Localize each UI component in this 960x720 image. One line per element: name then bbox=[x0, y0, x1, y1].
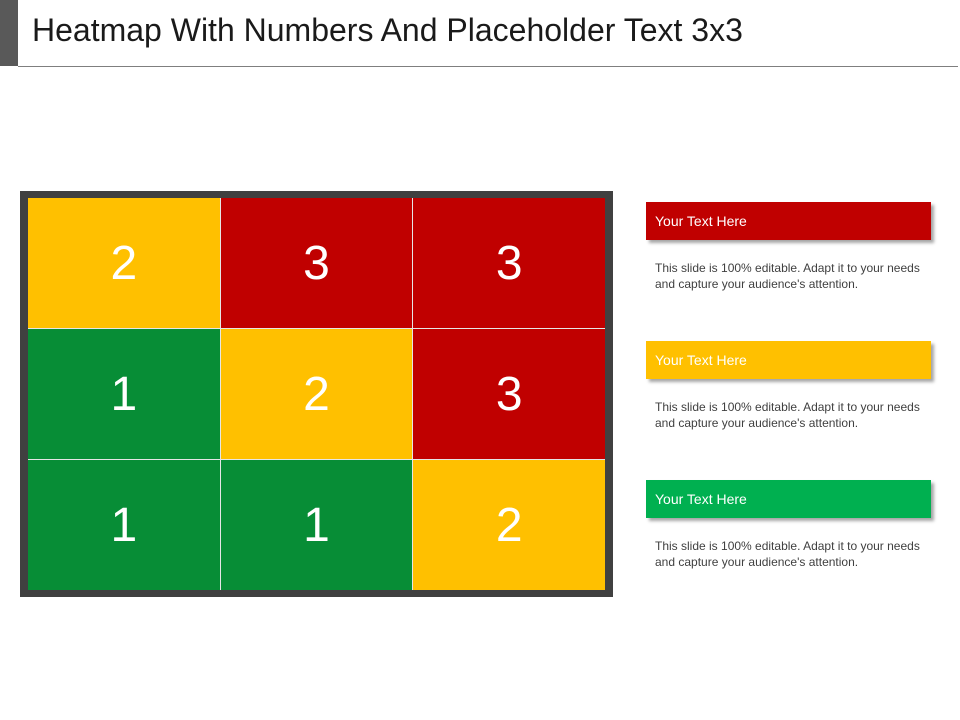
heatmap-cell-r3-c1: 1 bbox=[28, 460, 220, 590]
heatmap-grid: 2 3 3 1 2 3 1 1 2 bbox=[28, 198, 605, 590]
legend-label-green: Your Text Here bbox=[646, 480, 931, 518]
heatmap-cell-value: 1 bbox=[110, 498, 138, 552]
heatmap-cell-r1-c2: 3 bbox=[220, 198, 413, 328]
heatmap-cell-value: 3 bbox=[303, 236, 330, 290]
legend-label-text: Your Text Here bbox=[655, 491, 747, 507]
heatmap-frame: 2 3 3 1 2 3 1 1 2 bbox=[20, 191, 613, 597]
heatmap-cell-r3-c3: 2 bbox=[413, 460, 605, 590]
heatmap-cell-r1-c3: 3 bbox=[413, 198, 605, 328]
legend-label-text: Your Text Here bbox=[655, 213, 747, 229]
heatmap-cell-value: 3 bbox=[495, 236, 523, 290]
heatmap-cell-value: 2 bbox=[110, 236, 138, 290]
legend-description-yellow: This slide is 100% editable. Adapt it to… bbox=[655, 400, 920, 430]
page-title: Heatmap With Numbers And Placeholder Tex… bbox=[32, 12, 743, 48]
legend-description-red: This slide is 100% editable. Adapt it to… bbox=[655, 261, 920, 291]
heatmap-cell-value: 1 bbox=[303, 498, 330, 552]
legend-description-green: This slide is 100% editable. Adapt it to… bbox=[655, 539, 920, 569]
heatmap-cell-r2-c3: 3 bbox=[413, 329, 605, 459]
heatmap-cell-value: 2 bbox=[303, 367, 330, 421]
heatmap-cell-r3-c2: 1 bbox=[220, 460, 413, 590]
heatmap-cell-r2-c2: 2 bbox=[220, 329, 413, 459]
heatmap-cell-r2-c1: 1 bbox=[28, 329, 220, 459]
title-accent-bar bbox=[0, 0, 18, 66]
legend-label-text: Your Text Here bbox=[655, 352, 747, 368]
heatmap-cell-r1-c1: 2 bbox=[28, 198, 220, 328]
title-divider bbox=[18, 66, 958, 67]
legend-label-red: Your Text Here bbox=[646, 202, 931, 240]
legend-label-yellow: Your Text Here bbox=[646, 341, 931, 379]
heatmap-cell-value: 3 bbox=[495, 367, 523, 421]
heatmap-cell-value: 2 bbox=[495, 498, 523, 552]
heatmap-cell-value: 1 bbox=[110, 367, 138, 421]
